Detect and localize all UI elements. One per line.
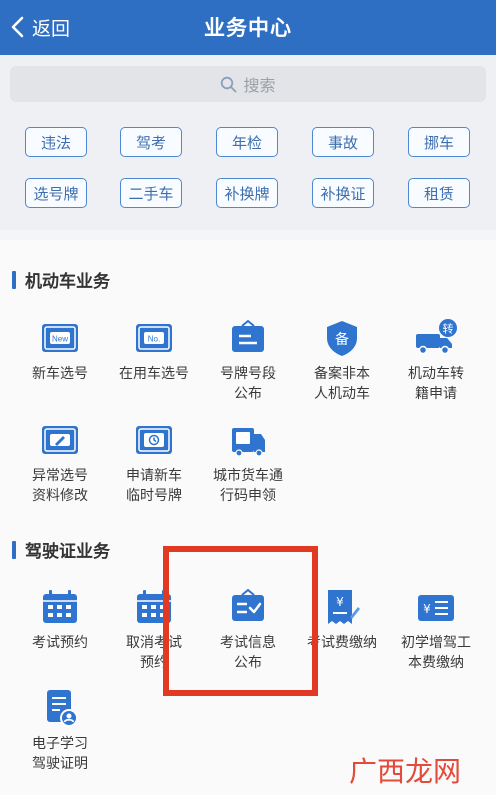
service-in-use-plate[interactable]: No. 在用车选号 bbox=[106, 318, 202, 418]
vehicle-section-label: 机动车业务 bbox=[25, 272, 110, 292]
tag-move-car[interactable]: 挪车 bbox=[408, 127, 470, 157]
document-user-icon bbox=[38, 688, 82, 728]
service-new-car-plate[interactable]: New 新车选号 bbox=[12, 318, 108, 418]
page-title: 业务中心 bbox=[204, 16, 292, 40]
plate-clock-icon bbox=[132, 420, 176, 460]
tag-rental[interactable]: 租赁 bbox=[408, 178, 470, 208]
service-label: 备案非本 人机动车 bbox=[314, 366, 370, 402]
service-label: 电子学习 驾驶证明 bbox=[32, 736, 88, 772]
svg-text:No.: No. bbox=[148, 335, 160, 344]
new-plate-icon: New bbox=[38, 318, 82, 358]
calendar-icon bbox=[38, 587, 82, 627]
tag-driving-test[interactable]: 驾考 bbox=[120, 127, 182, 157]
service-record-vehicle[interactable]: 备 备案非本 人机动车 bbox=[294, 318, 390, 418]
service-label: 异常选号 资料修改 bbox=[32, 468, 88, 504]
tag-accident[interactable]: 事故 bbox=[312, 127, 374, 157]
fee-receipt-icon: ¥ bbox=[320, 587, 364, 627]
tag-choose-plate[interactable]: 选号牌 bbox=[25, 178, 87, 208]
section-marker bbox=[12, 540, 16, 559]
license-section-title: 驾驶证业务 bbox=[12, 537, 110, 562]
yen-list-icon: ¥ bbox=[414, 587, 458, 627]
tag-used-car[interactable]: 二手车 bbox=[120, 178, 182, 208]
tag-annual-inspection[interactable]: 年检 bbox=[216, 127, 278, 157]
service-temp-plate[interactable]: 申请新车 临时号牌 bbox=[106, 420, 202, 520]
service-freight-pass[interactable]: 城市货车通 行码申领 bbox=[200, 420, 296, 520]
vehicle-section-title: 机动车业务 bbox=[12, 267, 110, 292]
search-area: 搜索 违法 驾考 年检 事故 挪车 选号牌 二手车 补换牌 补换证 租赁 bbox=[0, 55, 496, 230]
svg-text:转: 转 bbox=[443, 322, 454, 336]
service-label: 考试预约 bbox=[32, 635, 88, 651]
top-nav-bar: 返回 业务中心 bbox=[0, 0, 496, 55]
svg-text:¥: ¥ bbox=[423, 602, 431, 616]
service-plate-range-notice[interactable]: 号牌号段 公布 bbox=[200, 318, 296, 418]
service-label: 申请新车 临时号牌 bbox=[126, 468, 182, 504]
service-label: 在用车选号 bbox=[119, 366, 189, 382]
service-label: 初学增驾工 本费缴纳 bbox=[401, 635, 471, 671]
watermark-text: 广西龙网 bbox=[348, 755, 461, 788]
service-label: 城市货车通 行码申领 bbox=[213, 468, 283, 504]
svg-text:New: New bbox=[52, 335, 68, 344]
service-e-learning-proof[interactable]: 电子学习 驾驶证明 bbox=[12, 688, 108, 788]
plate-notice-icon bbox=[226, 318, 270, 358]
service-label: 号牌号段 公布 bbox=[220, 366, 276, 402]
service-exam-booking[interactable]: 考试预约 bbox=[12, 587, 108, 687]
no-plate-icon: No. bbox=[132, 318, 176, 358]
search-icon bbox=[221, 76, 237, 92]
svg-text:备: 备 bbox=[335, 331, 349, 348]
tag-violation[interactable]: 违法 bbox=[25, 127, 87, 157]
license-section-label: 驾驶证业务 bbox=[25, 542, 110, 562]
search-input[interactable]: 搜索 bbox=[10, 66, 486, 102]
service-abnormal-plate-edit[interactable]: 异常选号 资料修改 bbox=[12, 420, 108, 520]
plate-edit-icon bbox=[38, 420, 82, 460]
record-shield-icon: 备 bbox=[320, 318, 364, 358]
tag-replace-license[interactable]: 补换证 bbox=[312, 178, 374, 208]
truck-transfer-icon: 转 bbox=[414, 318, 458, 358]
service-label: 新车选号 bbox=[32, 366, 88, 382]
section-marker bbox=[12, 270, 16, 289]
freight-truck-icon bbox=[226, 420, 270, 460]
service-label: 机动车转 籍申请 bbox=[408, 366, 464, 402]
svg-text:¥: ¥ bbox=[336, 595, 344, 609]
highlight-box bbox=[163, 546, 318, 696]
service-beginner-fee[interactable]: ¥ 初学增驾工 本费缴纳 bbox=[388, 587, 484, 687]
tag-replace-plate[interactable]: 补换牌 bbox=[216, 178, 278, 208]
service-vehicle-transfer[interactable]: 转 机动车转 籍申请 bbox=[388, 318, 484, 418]
search-placeholder: 搜索 bbox=[243, 76, 276, 95]
